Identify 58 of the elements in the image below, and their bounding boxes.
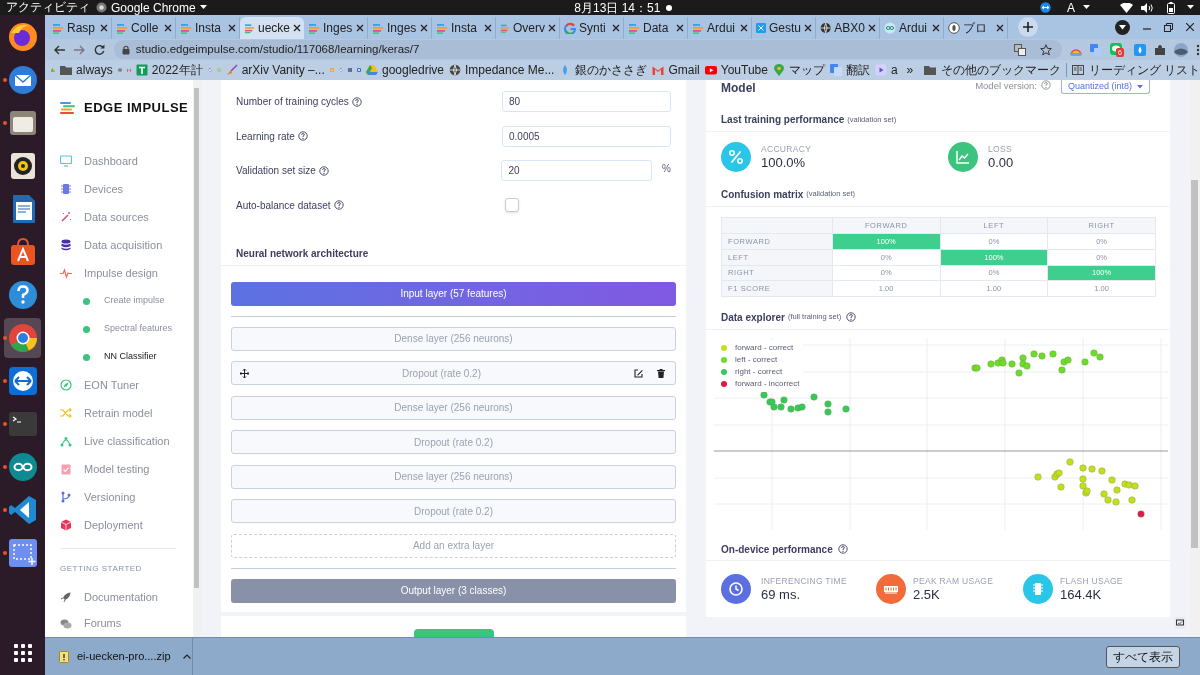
show-all-button[interactable]: すべて表示 <box>1106 645 1180 668</box>
bookmark[interactable]: 翻訳 <box>829 61 870 79</box>
nav-subitem[interactable]: Spectral features <box>45 315 193 343</box>
legend-label: right - correct <box>735 366 783 378</box>
input-layer[interactable]: Input layer (57 features) <box>231 281 676 306</box>
metric-label: FLASH USAGE <box>1060 575 1123 587</box>
unit-label: % <box>662 162 671 176</box>
download-item[interactable]: ei-uecken-pro....zip <box>45 637 193 675</box>
version-label: Model version: <box>975 80 1037 93</box>
metric-label: LOSS <box>988 143 1013 155</box>
metric-value: 2.5K <box>913 586 941 603</box>
bookmark[interactable]: arXiv Vanity –... <box>225 61 325 79</box>
bookmark[interactable]: always <box>60 61 113 79</box>
input-field[interactable]: 80 <box>502 91 671 112</box>
reading-list-button[interactable]: リーディング リスト <box>1071 61 1200 79</box>
metric-label: PEAK RAM USAGE <box>913 575 994 587</box>
input-method[interactable]: A <box>1067 0 1075 17</box>
metric-value: 69 ms. <box>761 586 801 603</box>
app-menu[interactable]: Google Chrome <box>111 0 196 17</box>
input-field[interactable]: 20 <box>501 160 653 181</box>
card-title: Model <box>721 80 756 97</box>
field-label: Auto-balance dataset <box>236 198 331 213</box>
section-heading: GETTING STARTED <box>59 563 143 576</box>
address-bar[interactable]: studio.edgeimpulse.com/studio/117068/learning/keras/7 <box>113 40 1062 59</box>
bookmark[interactable]: YouTube <box>704 61 768 79</box>
bookmark[interactable]: Gmail <box>652 61 700 79</box>
browser-tab[interactable]: uecke <box>240 17 304 39</box>
section-title: Neural network architecture <box>236 247 369 261</box>
bookmark[interactable]: Impedance Me... <box>449 61 555 79</box>
bookmark[interactable]: a <box>874 61 898 79</box>
logo-text: EDGE IMPULSE <box>84 99 189 118</box>
nav-subitem[interactable]: Create impulse <box>45 287 193 315</box>
bookmark-folder[interactable]: その他のブックマーク <box>924 61 1062 79</box>
bookmarks-overflow-button[interactable]: » <box>906 61 914 79</box>
section-title: Confusion matrix <box>721 187 804 202</box>
bookmark[interactable]: マップ <box>772 61 825 79</box>
nav-subitem[interactable]: NN Classifier <box>45 343 193 371</box>
metric-value: 0.00 <box>988 154 1014 171</box>
metric-value: 100.0% <box>761 154 807 171</box>
field-label: Number of training cycles <box>236 95 349 109</box>
legend-label: left - correct <box>735 354 778 366</box>
metric-label: ACCURACY <box>761 143 812 155</box>
legend-label: forward - correct <box>735 342 794 354</box>
metric-label: INFERENCING TIME <box>761 575 847 587</box>
field-label: Learning rate <box>236 129 295 144</box>
field-label: Validation set size <box>236 164 316 178</box>
section-title: Data explorer <box>721 310 785 325</box>
bookmark[interactable]: googledrive <box>365 61 444 79</box>
bookmark[interactable]: 2022年計 <box>135 61 203 79</box>
section-title: On-device performance <box>721 542 833 557</box>
bookmark[interactable]: 銀のかささぎ <box>559 61 648 79</box>
legend-label: forward - incorrect <box>735 378 800 390</box>
section-title: Last training performance <box>721 113 845 127</box>
input-field[interactable]: 0.0005 <box>502 125 671 147</box>
activities-button[interactable]: アクティビティ <box>0 0 96 15</box>
version-dropdown[interactable]: Quantized (int8) <box>1060 80 1150 94</box>
metric-value: 164.4K <box>1060 586 1103 603</box>
clock[interactable]: 8月13日 14：51 <box>574 0 661 17</box>
